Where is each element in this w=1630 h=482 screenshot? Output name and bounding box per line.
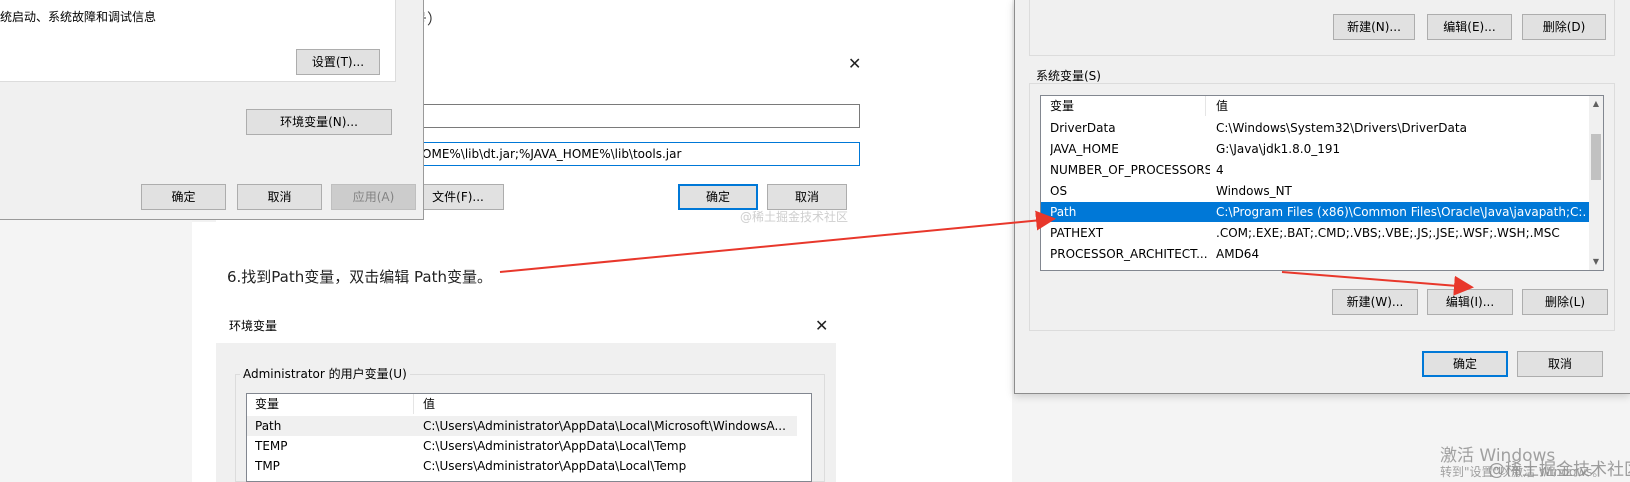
- arrow-to-path-row: [499, 210, 1056, 273]
- watermark-text: @稀土掘金技术社区: [1488, 460, 1630, 480]
- annotation-arrows: [499, 210, 1474, 296]
- arrow-to-edit-button: [1281, 271, 1474, 296]
